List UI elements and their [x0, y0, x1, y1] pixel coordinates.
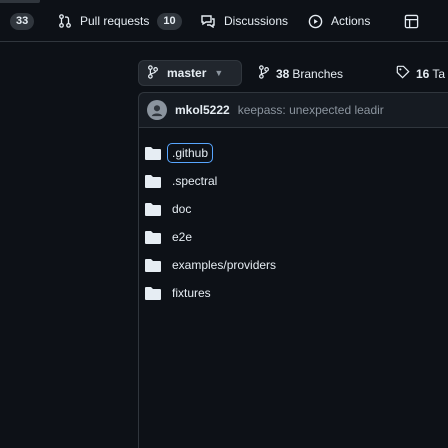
tab-pull-requests-label: Pull requests: [80, 14, 150, 28]
list-item[interactable]: e2e: [145, 225, 192, 249]
list-item[interactable]: .spectral: [145, 169, 217, 193]
branches-count: 38: [276, 66, 290, 81]
tab-actions-label: Actions: [331, 14, 371, 28]
folder-icon: [145, 203, 161, 216]
folder-icon: [145, 147, 161, 160]
pull-requests-count-badge: 10: [157, 12, 182, 30]
tab-pull-requests[interactable]: Pull requests 10: [58, 11, 182, 31]
file-name-link[interactable]: .spectral: [172, 174, 217, 188]
tab-discussions-label: Discussions: [224, 14, 289, 28]
tags-label: Ta: [432, 66, 446, 81]
file-list: .github .spectral doc e2e examples/provi…: [138, 128, 448, 448]
tags-count: 16: [416, 66, 430, 81]
pull-request-icon: [58, 14, 72, 28]
git-branch-icon: [147, 64, 167, 82]
issues-count-badge: 33: [10, 12, 35, 30]
play-circle-icon: [308, 14, 323, 29]
commit-message-link[interactable]: keepass: unexpected leadir: [238, 103, 384, 117]
branches-link[interactable]: 38 Branches: [258, 65, 343, 82]
tab-issues[interactable]: 33: [10, 11, 35, 31]
folder-icon: [145, 259, 161, 272]
tag-icon: [396, 65, 410, 82]
file-name-link[interactable]: examples/providers: [172, 258, 276, 272]
branch-selector-button[interactable]: master ▼: [138, 60, 242, 86]
latest-commit-bar: mkol5222 keepass: unexpected leadir: [138, 92, 448, 128]
user-avatar-icon: [151, 105, 163, 117]
file-name-link[interactable]: doc: [172, 202, 191, 216]
file-name-link[interactable]: fixtures: [172, 286, 211, 300]
current-branch-name: master: [167, 66, 207, 80]
repo-tab-bar: 33 Pull requests 10 Discussions Actions: [0, 0, 448, 42]
tab-discussions[interactable]: Discussions: [200, 11, 288, 31]
branches-label: Branches: [292, 66, 344, 81]
tab-projects[interactable]: [404, 11, 419, 31]
commit-author-link[interactable]: mkol5222: [175, 103, 230, 117]
list-item[interactable]: fixtures: [145, 281, 211, 305]
folder-icon: [145, 287, 161, 300]
tab-actions[interactable]: Actions: [308, 11, 370, 31]
chevron-down-icon: ▼: [214, 68, 224, 78]
discussions-icon: [200, 14, 216, 28]
folder-icon: [145, 175, 161, 188]
file-name-link[interactable]: e2e: [172, 230, 192, 244]
avatar[interactable]: [147, 100, 167, 120]
list-item[interactable]: examples/providers: [145, 253, 276, 277]
file-name-link[interactable]: .github: [166, 143, 214, 163]
folder-icon: [145, 231, 161, 244]
table-icon: [404, 14, 419, 29]
git-branch-icon: [258, 65, 270, 82]
list-item[interactable]: doc: [145, 197, 191, 221]
tags-link[interactable]: 16 Ta: [396, 65, 445, 82]
list-item[interactable]: .github: [145, 141, 214, 165]
